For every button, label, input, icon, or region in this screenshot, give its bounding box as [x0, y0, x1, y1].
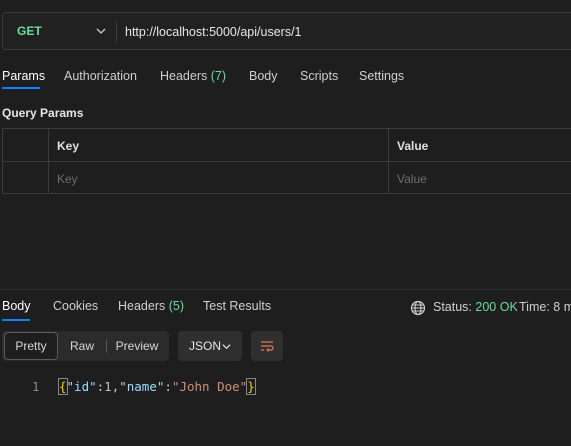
tab-authorization[interactable]: Authorization [64, 69, 137, 83]
globe-icon[interactable] [410, 300, 426, 316]
tab-body[interactable]: Body [249, 69, 278, 83]
response-tab-body[interactable]: Body [2, 299, 31, 313]
tab-active-indicator [2, 87, 40, 89]
request-bar: GET http://localhost:5000/api/users/1 [2, 12, 571, 50]
json-close-brace: } [246, 378, 256, 395]
response-headers-count: (5) [168, 299, 185, 313]
status-code: 200 OK [475, 300, 518, 314]
format-select[interactable]: JSON [178, 331, 242, 361]
pretty-button[interactable]: Pretty [4, 331, 58, 361]
query-params-title: Query Params [2, 106, 84, 120]
json-value: 1 [104, 379, 112, 394]
tab-settings[interactable]: Settings [359, 69, 404, 83]
time-label: Time: [519, 300, 550, 314]
raw-button[interactable]: Raw [60, 331, 104, 361]
json-colon: : [164, 379, 172, 394]
preview-button[interactable]: Preview [108, 331, 166, 361]
headers-count: (7) [210, 69, 227, 83]
wrap-icon [261, 341, 274, 352]
divider [106, 339, 107, 353]
divider [116, 21, 117, 43]
response-tab-active-indicator [2, 319, 30, 321]
param-key-input[interactable]: Key [57, 172, 78, 186]
view-mode-toggle: Pretty Raw Preview [2, 331, 169, 361]
json-value: "John Doe" [171, 379, 248, 394]
tab-headers[interactable]: Headers (7) [160, 69, 226, 83]
json-key: "id" [66, 379, 97, 394]
time-value: 8 m [553, 300, 571, 314]
response-tab-cookies[interactable]: Cookies [53, 299, 98, 313]
status-label: Status: [433, 300, 472, 314]
method-select[interactable]: GET [17, 24, 42, 38]
column-header-value: Value [397, 139, 429, 153]
table-divider [3, 161, 571, 162]
chevron-down-icon[interactable] [96, 26, 106, 36]
query-params-table: Key Value Key Value [2, 128, 571, 194]
response-tab-headers[interactable]: Headers (5) [118, 299, 184, 313]
response-body-json[interactable]: {"id":1,"name":"John Doe"} [58, 378, 256, 395]
status-indicator: Status: 200 OK [433, 300, 518, 314]
url-input[interactable]: http://localhost:5000/api/users/1 [125, 25, 302, 39]
column-header-key: Key [57, 139, 80, 153]
json-open-brace: { [58, 378, 68, 395]
json-key: "name" [119, 379, 165, 394]
line-number: 1 [32, 379, 40, 394]
response-time: Time: 8 m [519, 300, 571, 314]
tab-headers-label: Headers [160, 69, 208, 83]
chevron-down-icon [222, 344, 231, 350]
panel-divider [0, 289, 571, 290]
wrap-lines-button[interactable] [251, 331, 283, 361]
tab-params[interactable]: Params [2, 69, 45, 83]
format-label: JSON [189, 339, 222, 353]
response-tab-headers-label: Headers [118, 299, 166, 313]
response-tab-test-results[interactable]: Test Results [203, 299, 271, 313]
param-value-input[interactable]: Value [397, 172, 427, 186]
tab-scripts[interactable]: Scripts [300, 69, 338, 83]
